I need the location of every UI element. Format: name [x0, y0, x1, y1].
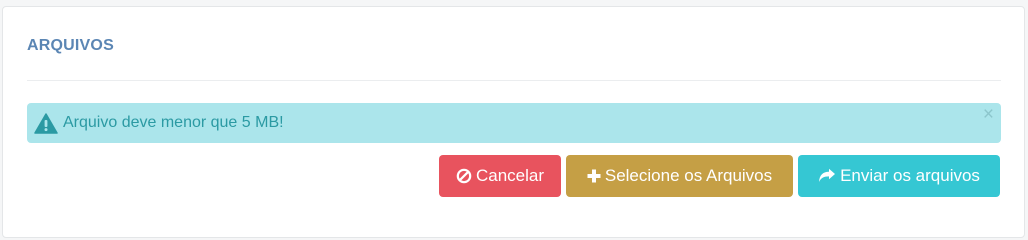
send-files-button[interactable]: Enviar os arquivos	[798, 155, 1000, 197]
alert-message: Arquivo deve menor que 5 MB!	[63, 114, 284, 131]
plus-icon	[587, 169, 601, 183]
action-buttons: Cancelar Selecione os Arquivos Enviar os…	[439, 155, 1000, 197]
files-panel: ARQUIVOS Arquivo deve menor que 5 MB! × …	[2, 6, 1025, 238]
select-files-button-label: Selecione os Arquivos	[604, 166, 773, 185]
alert-close-button[interactable]: ×	[983, 105, 994, 124]
select-files-button[interactable]: Selecione os Arquivos	[566, 155, 793, 197]
cancel-button-label: Cancelar	[475, 166, 545, 185]
share-arrow-icon	[818, 168, 836, 184]
cancel-button[interactable]: Cancelar	[439, 155, 561, 197]
ban-icon	[456, 168, 472, 184]
file-size-alert: Arquivo deve menor que 5 MB! ×	[27, 103, 1001, 143]
panel-title: ARQUIVOS	[27, 37, 114, 54]
divider	[27, 80, 1001, 81]
warning-triangle-icon	[34, 112, 58, 134]
send-files-button-label: Enviar os arquivos	[840, 166, 980, 185]
